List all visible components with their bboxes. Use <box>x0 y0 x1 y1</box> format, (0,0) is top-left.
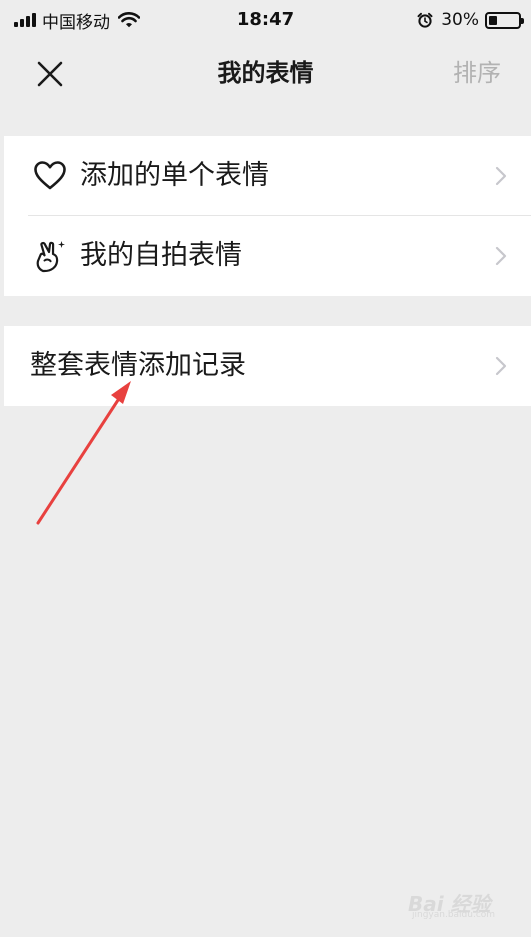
my-selfie-emoji-label: 我的自拍表情 <box>80 240 242 271</box>
watermark-sub: jingyan.baidu.com <box>412 910 496 920</box>
emoji-pack-history-item[interactable]: 整套表情添加记录 <box>4 326 531 406</box>
heart-icon <box>34 161 66 190</box>
page-title: 我的表情 <box>217 59 314 87</box>
emoji-settings-group: 添加的单个表情 我的自拍表情 <box>4 136 531 296</box>
status-bar: 中国移动 18:47 30% <box>0 0 531 40</box>
added-single-emoji-label: 添加的单个表情 <box>80 160 269 191</box>
emoji-pack-history-label: 整套表情添加记录 <box>30 350 246 381</box>
battery-percent: 30% <box>441 10 479 30</box>
chevron-right-icon <box>495 166 507 186</box>
my-selfie-emoji-item[interactable]: 我的自拍表情 <box>4 216 531 296</box>
added-single-emoji-item[interactable]: 添加的单个表情 <box>4 136 531 216</box>
battery-fill <box>489 15 497 25</box>
nav-bar: 我的表情 排序 <box>0 40 531 106</box>
alarm-icon <box>417 12 433 28</box>
sort-button[interactable]: 排序 <box>453 56 501 90</box>
emoji-history-group: 整套表情添加记录 <box>4 326 531 406</box>
chevron-right-icon <box>495 246 507 266</box>
watermark-logo: Bai 经验 jingyan.baidu.com <box>408 880 523 926</box>
battery-tip <box>521 17 524 24</box>
chevron-right-icon <box>495 356 507 376</box>
peace-hand-icon <box>36 241 65 273</box>
status-right: 30% <box>417 8 524 32</box>
battery-icon <box>485 11 524 29</box>
arrow-shaft <box>36 395 122 525</box>
